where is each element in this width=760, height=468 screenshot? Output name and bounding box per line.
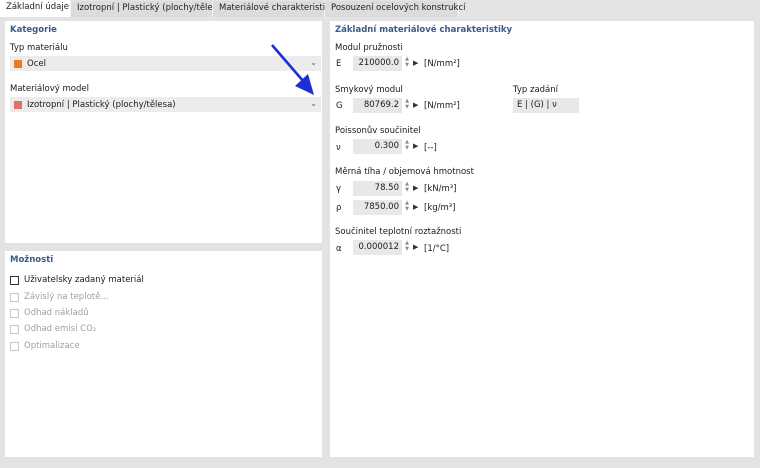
tab-zakladni-udaje[interactable]: Základní údaje [0,0,71,18]
symbol-rho: ρ [336,203,342,213]
symbol-g: G [336,101,343,111]
play-arrow-icon[interactable]: ▶ [413,142,418,150]
play-arrow-icon[interactable]: ▶ [413,203,418,211]
tab-bar: Základní údaje Izotropní | Plastický (pl… [0,0,760,18]
unit-label: [1/°C] [424,244,450,254]
checkbox-odhad-emisi: Odhad emisí CO₂ [10,324,96,334]
checkbox-zavisly-na-teplote: Závislý na teplotě... [10,292,108,302]
play-arrow-icon[interactable]: ▶ [413,59,418,67]
symbol-gamma: γ [336,184,342,194]
typ-materialu-value: Ocel [27,58,46,69]
smykovy-modul-heading: Smykový modul [335,85,403,95]
play-arrow-icon[interactable]: ▶ [413,101,418,109]
spinner-icon[interactable]: ▲ ▼ [403,139,411,154]
checkbox-label: Optimalizace [24,341,80,351]
checkbox-label: Uživatelsky zadaný materiál [24,275,144,285]
modul-pruznosti-input[interactable]: 210000.0 [353,56,402,71]
checkbox-box[interactable] [10,275,19,285]
materialovy-model-label: Materiálový model [10,84,89,94]
unit-label: [N/mm²] [424,101,460,111]
merna-tiha-heading: Měrná tíha / objemová hmotnost [335,167,474,177]
spinner-icon[interactable]: ▲ ▼ [403,200,411,215]
tab-posouzeni-ocelovych[interactable]: Posouzení ocelových konstrukcí [325,1,465,17]
moznosti-title: Možnosti [10,255,54,265]
checkbox-box [10,324,19,334]
smykovy-modul-input[interactable]: 80769.2 [353,98,402,113]
unit-label: [N/mm²] [424,59,460,69]
symbol-nu: ν [336,143,341,153]
poisson-input[interactable]: 0.300 [353,139,402,154]
checkbox-odhad-nakladu: Odhad nákladů [10,308,89,318]
checkbox-box [10,292,19,302]
checkbox-uzivatelsky-material[interactable]: Uživatelsky zadaný materiál [10,275,144,285]
spinner-icon[interactable]: ▲ ▼ [403,98,411,113]
poissonuv-soucinitel-heading: Poissonův součinitel [335,126,421,136]
tab-izotropni-plasticky[interactable]: Izotropní | Plastický (plochy/tělesa) [71,1,226,17]
checkbox-optimalizace: Optimalizace [10,341,80,351]
symbol-alpha: α [336,244,342,254]
material-color-swatch [14,59,22,68]
annotation-arrow-icon [271,44,314,95]
play-arrow-icon[interactable]: ▶ [413,243,418,251]
unit-label: [kN/m³] [424,184,457,194]
checkbox-box [10,308,19,318]
typ-zadani-label: Typ zadání [513,85,559,95]
model-color-swatch [14,100,22,109]
teplotni-roztaznost-heading: Součinitel teplotní roztažnosti [335,227,462,237]
checkbox-box [10,341,19,351]
charakteristiky-title: Základní materiálové charakteristiky [335,25,513,35]
spinner-icon[interactable]: ▲ ▼ [403,181,411,196]
typ-materialu-label: Typ materiálu [10,43,68,53]
merna-tiha-input[interactable]: 78.50 [353,181,402,196]
symbol-e: E [336,59,342,69]
kategorie-title: Kategorie [10,25,57,35]
teplotni-roztaznost-input[interactable]: 0.000012 [353,240,402,255]
checkbox-label: Odhad emisí CO₂ [24,324,97,334]
modul-pruznosti-heading: Modul pružnosti [335,43,403,53]
unit-label: [kg/m³] [424,203,456,213]
spinner-icon[interactable]: ▲ ▼ [403,56,411,71]
materialovy-model-value: Izotropní | Plastický (plochy/tělesa) [27,99,176,110]
unit-label: [--] [424,143,437,153]
play-arrow-icon[interactable]: ▶ [413,184,418,192]
tab-materialove-charakteristiky[interactable]: Materiálové charakteristiky [213,1,335,17]
checkbox-label: Odhad nákladů [24,308,89,318]
checkbox-label: Závislý na teplotě... [24,292,109,302]
spinner-icon[interactable]: ▲ ▼ [403,240,411,255]
typ-zadani-value[interactable]: E | (G) | ν [513,98,579,113]
objemova-hmotnost-input[interactable]: 7850.00 [353,200,402,215]
